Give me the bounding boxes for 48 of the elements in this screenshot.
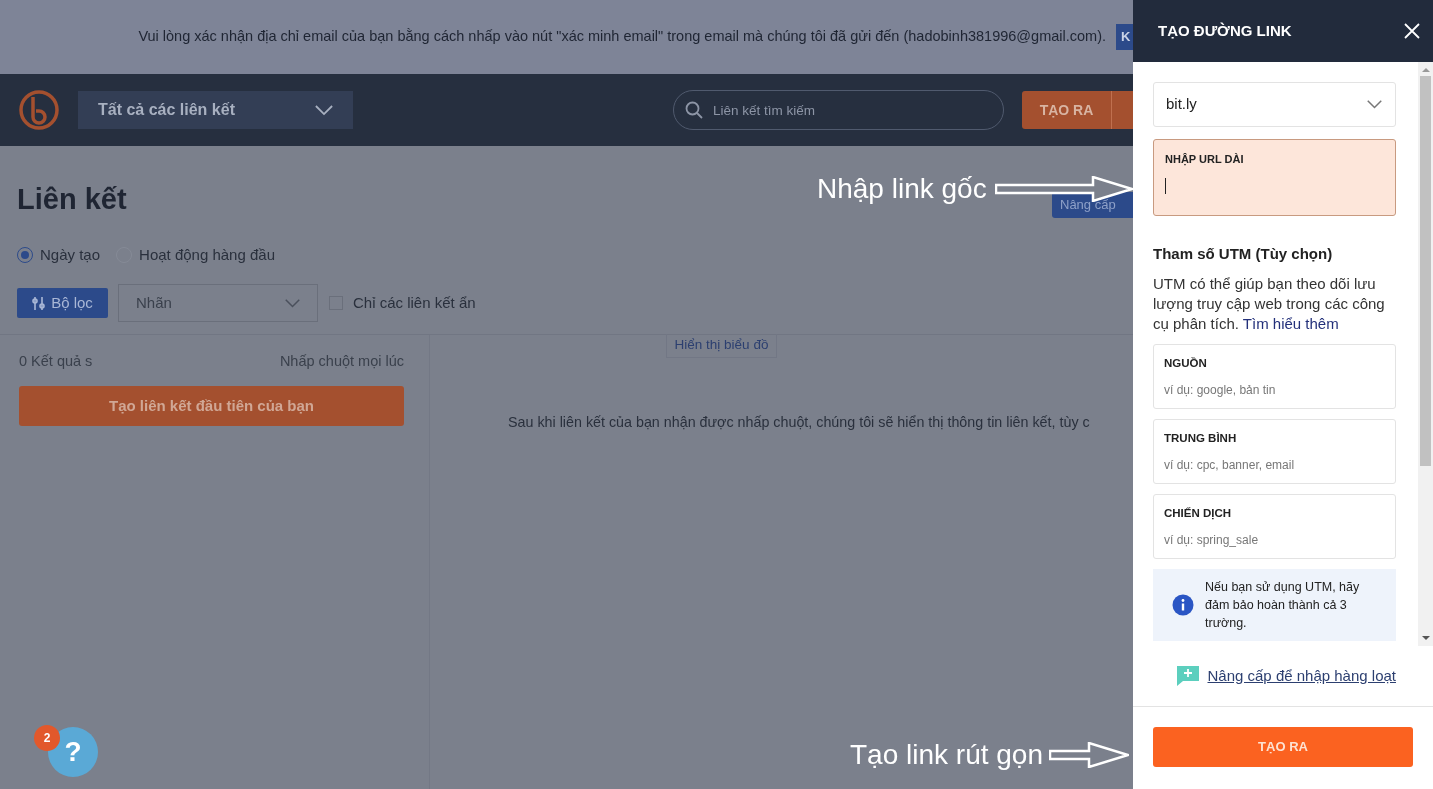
scroll-up-icon[interactable] [1421,67,1430,73]
radio-label: Ngày tạo [40,244,101,265]
input-field[interactable]: ví dụ: google, bản tin [1164,380,1385,399]
results-count: 0 Kết quả s [19,352,93,371]
info-icon [1172,593,1194,616]
first-link-button[interactable]: Tạo liên kết đầu tiên của bạn [19,385,404,426]
submit-button[interactable]: TẠO RA [1153,727,1413,767]
utm-heading: Tham số UTM (Tùy chọn) [1153,244,1334,264]
page-title: Liên kết [17,182,127,217]
search-field[interactable]: Liên kết tìm kiếm [673,90,1004,130]
input-field[interactable]: ví dụ: spring_sale [1164,530,1385,549]
tag-select[interactable]: Nhãn [118,284,318,322]
utm-field[interactable]: TRUNG BÌNH ví dụ: cpc, banner, email [1153,418,1396,484]
logo-icon [18,89,60,131]
bulk-upgrade-link[interactable]: Nâng cấp để nhập hàng loạt [1207,664,1396,688]
notification-badge: 2 [34,725,60,751]
learn-more-link[interactable]: Tìm hiểu thêm [1242,314,1339,332]
scroll-down-icon[interactable] [1421,635,1430,641]
verification-banner-text: Vui lòng xác nhận địa chỉ email của bạn bằng cách nhấp vào nút "xác minh email" trong email mà chúng tôi đã gửi đến (hadobinh381996@gmail.com). [138,27,1106,47]
field-label: TRUNG BÌNH [1164,430,1238,446]
close-icon[interactable] [1404,23,1420,39]
links-dropdown[interactable]: Tất cả các liên kết [78,91,353,129]
input-field[interactable]: ví dụ: cpc, banner, email [1164,455,1385,474]
annotation-text: Tạo link rút gọn [850,738,1043,772]
banner-button[interactable]: K [1116,24,1133,50]
chevron-down-icon [285,298,300,308]
info-text: Nếu bạn sử dụng UTM, hãy đảm bảo hoàn thành cả 3 trường. [1205,578,1361,632]
utm-field[interactable]: CHIẾN DỊCH ví dụ: spring_sale [1153,493,1396,559]
search-icon [685,101,703,119]
field-label: NGUỒN [1164,355,1208,371]
filter-button[interactable]: Bộ lọc [17,288,108,318]
field-label: CHIẾN DỊCH [1164,505,1233,522]
chart-toggle[interactable]: Hiển thị biểu đồ [665,334,778,358]
sparkle-flag-icon [1175,665,1200,687]
long-url-field[interactable]: NHẬP URL DÀI [1153,139,1396,216]
sliders-icon [32,295,46,311]
utm-field[interactable]: NGUỒN ví dụ: google, bản tin [1153,343,1396,409]
domain-select[interactable]: bit.ly [1153,82,1396,127]
clicks-filter[interactable]: Nhấp chuột mọi lúc [279,351,404,373]
empty-message: Sau khi liên kết của bạn nhận được nhấp chuột, chúng tôi sẽ hiển thị thông tin liên kết, tùy c [507,413,1091,432]
utm-description: UTM có thể giúp bạn theo dõi lưu lượng truy cập web trong các công cụ phân tích. Tìm hiểu thêm [1153,273,1386,334]
radio-label: Hoạt động hàng đầu [139,244,275,265]
checkbox-label: Chỉ các liên kết ẩn [353,292,476,313]
annotation-text: Nhập link gốc [817,172,987,206]
chevron-down-icon [315,104,333,116]
scrollbar-thumb[interactable] [1420,76,1431,466]
chevron-down-icon [1366,100,1383,109]
panel-title: TẠO ĐƯỜNG LINK [1158,20,1292,41]
